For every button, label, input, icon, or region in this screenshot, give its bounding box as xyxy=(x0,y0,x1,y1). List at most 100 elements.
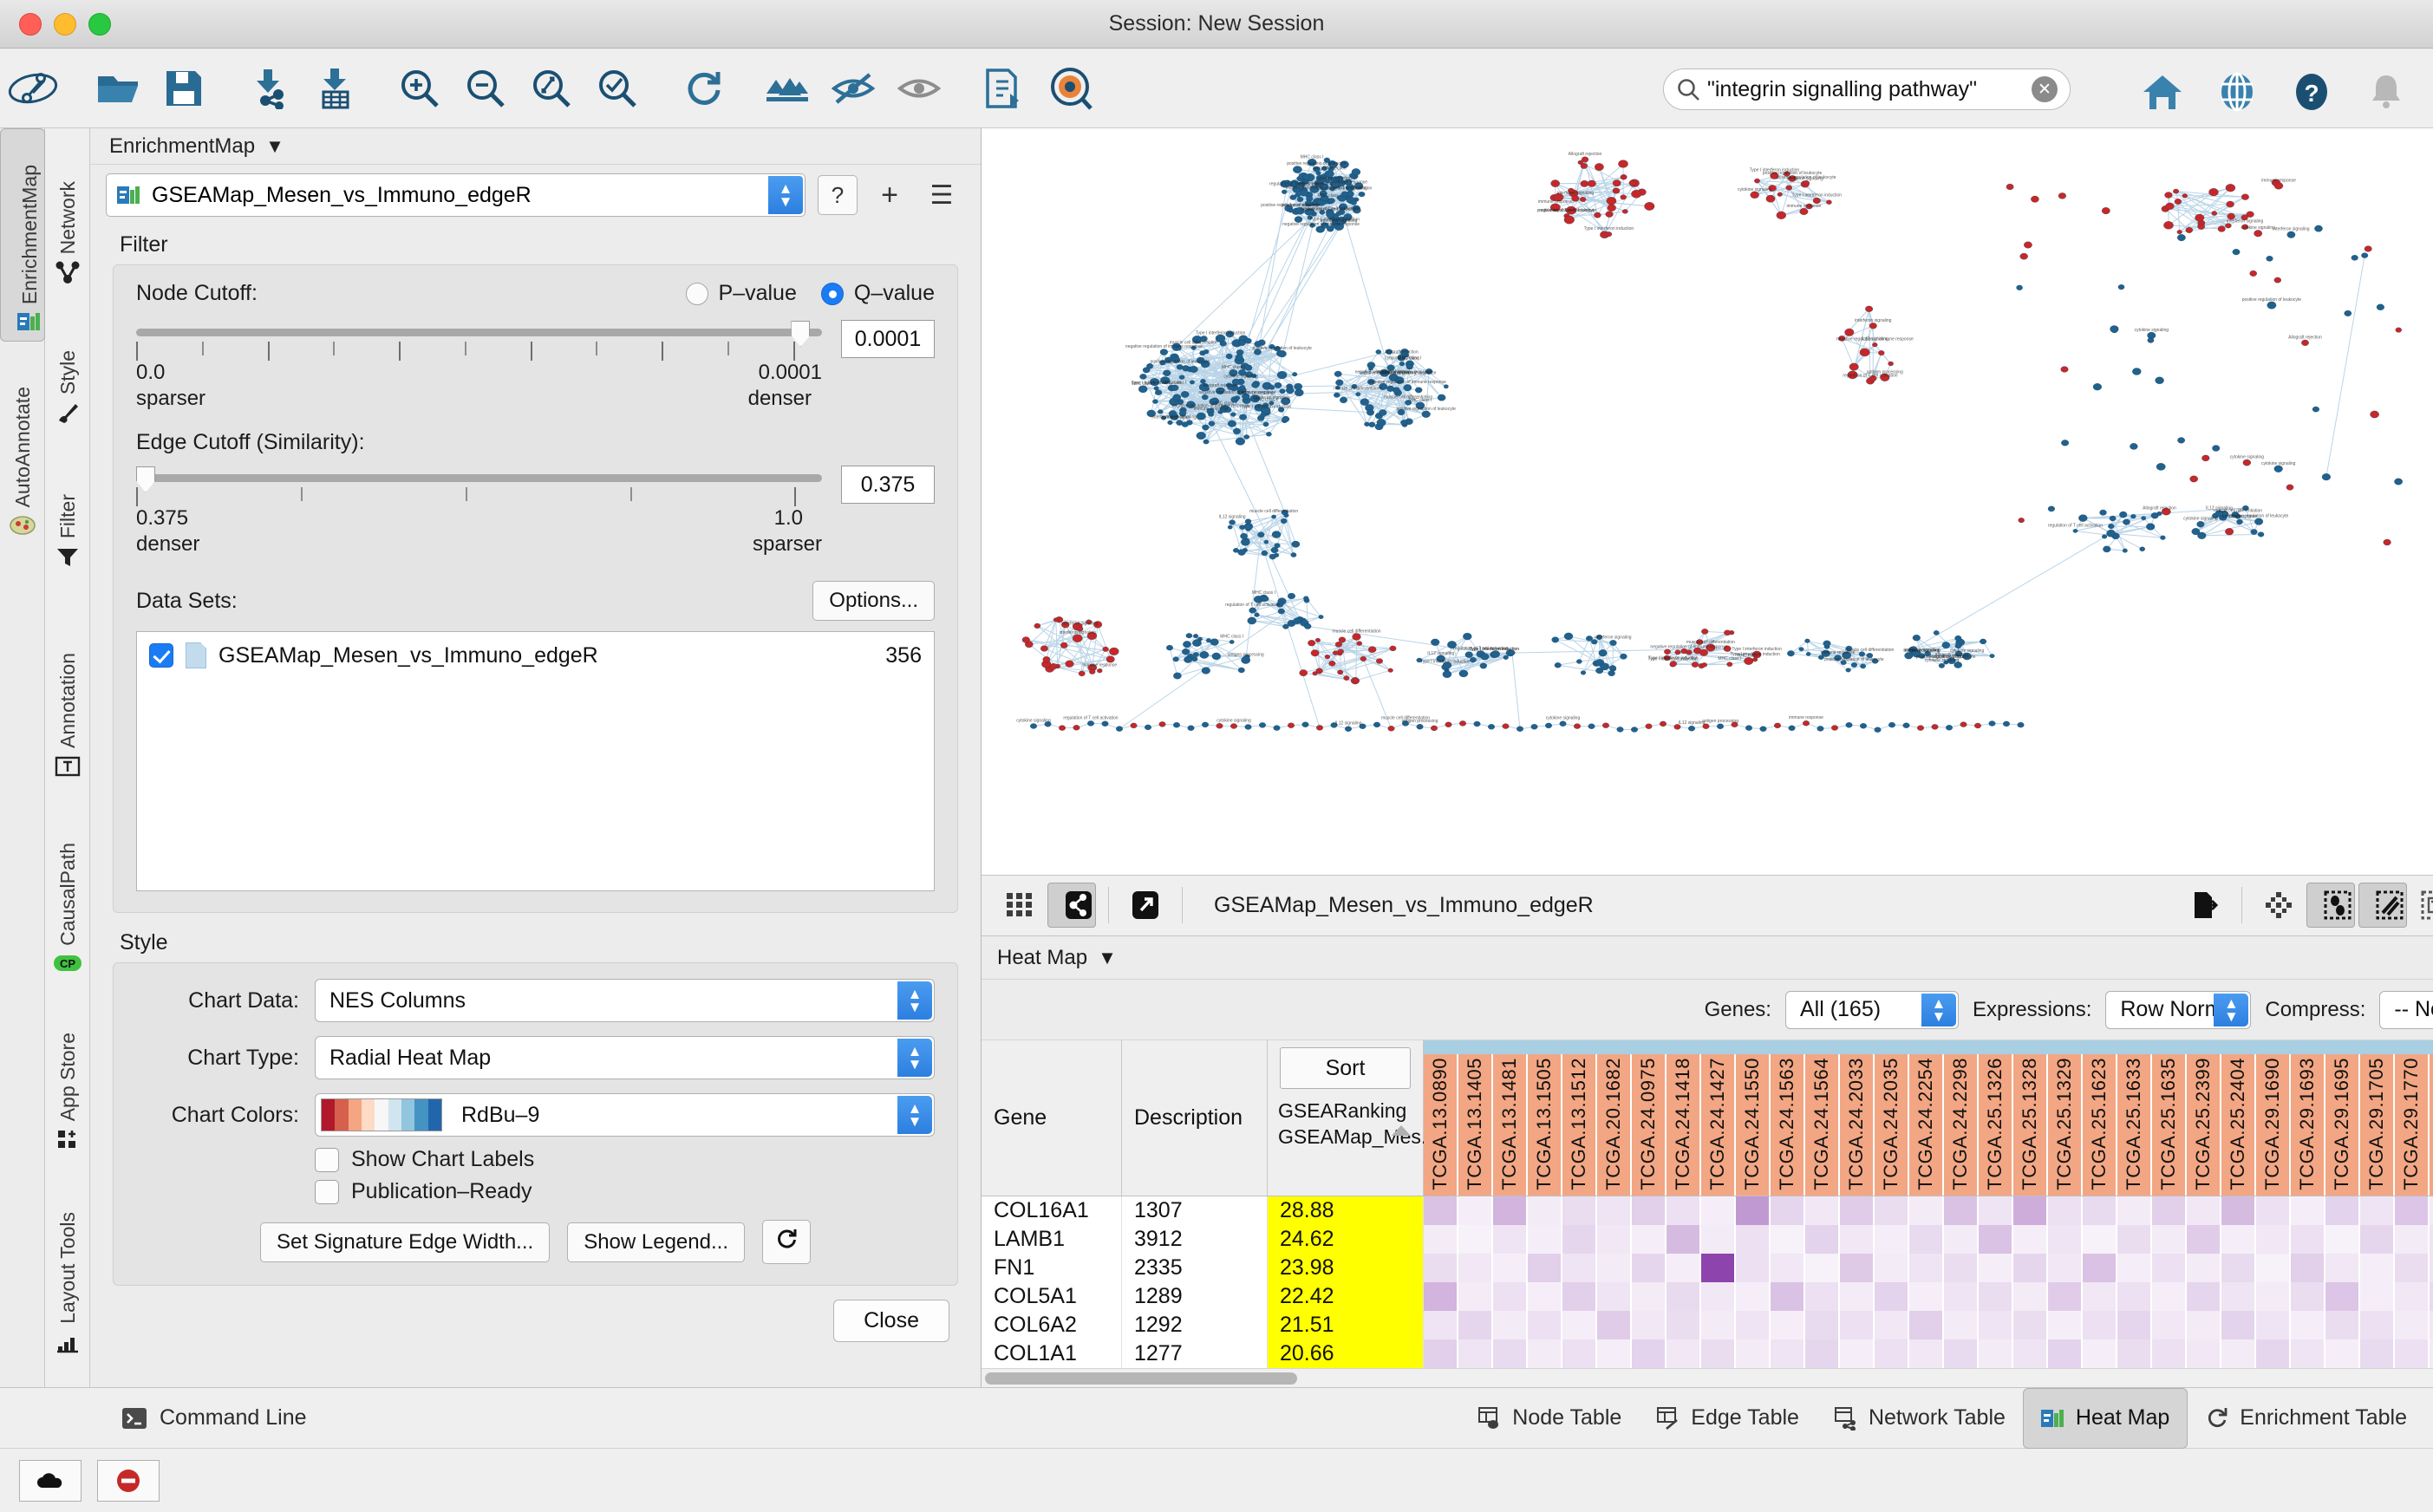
cytoscape-logo-icon[interactable] xyxy=(5,61,61,116)
compress-select[interactable]: -- None -- ▲▼ xyxy=(2379,991,2433,1029)
heatmap-cell[interactable] xyxy=(1597,1339,1632,1368)
column-header-gene[interactable]: Gene xyxy=(982,1040,1122,1196)
heatmap-cell[interactable] xyxy=(1875,1225,1909,1254)
hide-eye-icon[interactable] xyxy=(825,61,881,116)
heatmap-cell[interactable] xyxy=(1632,1254,1667,1282)
heatmap-cell[interactable] xyxy=(2117,1311,2152,1339)
tab-network-table[interactable]: Network Table xyxy=(1817,1388,2023,1449)
heatmap-cell[interactable] xyxy=(1458,1282,1493,1311)
sample-column-header[interactable]: TCGA.25.1635 xyxy=(2152,1054,2187,1196)
heatmap-cell[interactable] xyxy=(2117,1225,2152,1254)
heatmap-cell[interactable] xyxy=(1805,1254,1840,1282)
heatmap-cell[interactable] xyxy=(2325,1196,2360,1225)
heatmap-cell[interactable] xyxy=(1424,1254,1458,1282)
heatmap-cell[interactable] xyxy=(1736,1282,1771,1311)
edge-cutoff-value[interactable]: 0.375 xyxy=(841,466,935,504)
heatmap-cell[interactable] xyxy=(2325,1254,2360,1282)
heatmap-cell[interactable] xyxy=(2013,1196,2048,1225)
sample-column-header[interactable]: TCGA.29.1770 xyxy=(2395,1054,2430,1196)
heatmap-cell[interactable] xyxy=(2152,1225,2187,1254)
zoom-fit-icon[interactable] xyxy=(524,61,579,116)
heatmap-cell[interactable] xyxy=(1562,1282,1597,1311)
heatmap-cell[interactable] xyxy=(2083,1254,2117,1282)
show-chart-labels-checkbox[interactable] xyxy=(315,1148,339,1172)
open-folder-icon[interactable] xyxy=(90,61,146,116)
heatmap-cell[interactable] xyxy=(2187,1196,2221,1225)
menu-button[interactable]: ☰ xyxy=(922,175,962,215)
sample-column-header[interactable]: TCGA.25.1633 xyxy=(2117,1054,2152,1196)
heatmap-cell[interactable] xyxy=(1944,1311,1979,1339)
heatmap-cell[interactable] xyxy=(1736,1339,1771,1368)
chevron-updown-icon[interactable]: ▲▼ xyxy=(1921,994,1956,1026)
heatmap-cell[interactable] xyxy=(1528,1311,1562,1339)
heatmap-cell[interactable] xyxy=(1771,1282,1805,1311)
heatmap-cell[interactable] xyxy=(2221,1254,2256,1282)
heatmap-cell[interactable] xyxy=(2430,1282,2433,1311)
sample-column-header[interactable]: TCGA.24.1564 xyxy=(1805,1054,1840,1196)
heatmap-cell[interactable] xyxy=(1979,1339,2013,1368)
heatmap-cell[interactable] xyxy=(2221,1311,2256,1339)
select-annotations-icon[interactable] xyxy=(2410,883,2433,928)
heatmap-cell[interactable] xyxy=(1805,1311,1840,1339)
heatmap-cell[interactable] xyxy=(1667,1254,1701,1282)
heatmap-cell[interactable] xyxy=(2083,1339,2117,1368)
sidebar-item-network[interactable]: Network xyxy=(45,134,90,298)
heatmap-cell[interactable] xyxy=(1840,1196,1875,1225)
layout-icon[interactable] xyxy=(2254,883,2303,928)
heatmap-cell[interactable] xyxy=(1979,1225,2013,1254)
heatmap-cell[interactable] xyxy=(2013,1339,2048,1368)
heatmap-cell[interactable] xyxy=(2187,1311,2221,1339)
heatmap-cell[interactable] xyxy=(2291,1196,2325,1225)
dataset-options-button[interactable]: Options... xyxy=(812,581,935,621)
heatmap-cell[interactable] xyxy=(1597,1282,1632,1311)
heatmap-cell[interactable] xyxy=(2395,1282,2430,1311)
heatmap-cell[interactable] xyxy=(1909,1339,1944,1368)
sidebar-item-app-store[interactable]: App Store xyxy=(45,992,90,1165)
heatmap-cell[interactable] xyxy=(1771,1311,1805,1339)
heatmap-cell[interactable] xyxy=(2152,1311,2187,1339)
heatmap-cell[interactable] xyxy=(2221,1225,2256,1254)
heatmap-cell[interactable] xyxy=(1840,1311,1875,1339)
chevron-down-icon[interactable]: ▼ xyxy=(1098,947,1117,969)
sample-column-header[interactable]: TCGA.13.1405 xyxy=(1458,1054,1493,1196)
heatmap-cell[interactable] xyxy=(1424,1225,1458,1254)
network-canvas[interactable]: MHC class Iinterferon signalingcytokine … xyxy=(982,128,2433,876)
enrichmentmap-launch-icon[interactable] xyxy=(1042,61,1098,116)
heatmap-cell[interactable] xyxy=(1944,1225,1979,1254)
heatmap-cell[interactable] xyxy=(2187,1254,2221,1282)
heatmap-cell[interactable] xyxy=(1944,1196,1979,1225)
sample-column-header[interactable]: TCGA.24.2254 xyxy=(1909,1054,1944,1196)
heatmap-cell[interactable] xyxy=(2291,1339,2325,1368)
hide-nodes-icon[interactable] xyxy=(760,61,815,116)
import-table-icon[interactable] xyxy=(307,61,362,116)
heatmap-cell[interactable] xyxy=(1736,1225,1771,1254)
clear-search-icon[interactable]: ✕ xyxy=(2032,76,2058,102)
heatmap-cell[interactable] xyxy=(1840,1225,1875,1254)
sample-column-header[interactable]: TCGA.25.1623 xyxy=(2083,1054,2117,1196)
heatmap-cell[interactable] xyxy=(1805,1196,1840,1225)
heatmap-cell[interactable] xyxy=(2013,1254,2048,1282)
sample-column-header[interactable]: TCGA.25.1326 xyxy=(1979,1054,2013,1196)
column-header-ranking[interactable]: Sort GSEARanking GSEAMap_Mes... xyxy=(1268,1040,1424,1196)
heatmap-cell[interactable] xyxy=(1632,1311,1667,1339)
heatmap-cell[interactable] xyxy=(1597,1311,1632,1339)
heatmap-cell[interactable] xyxy=(2395,1311,2430,1339)
heatmap-cell[interactable] xyxy=(2430,1225,2433,1254)
sidebar-item-autoannotate[interactable]: AutoAnnotate xyxy=(0,345,45,551)
heatmap-cell[interactable] xyxy=(2048,1254,2083,1282)
zoom-in-icon[interactable] xyxy=(392,61,447,116)
sample-column-header[interactable]: TCGA.13.1512 xyxy=(1562,1054,1597,1196)
sample-column-header[interactable]: TCGA.24.2033 xyxy=(1840,1054,1875,1196)
sample-column-header[interactable]: TCGA.25.2404 xyxy=(2221,1054,2256,1196)
heatmap-cell[interactable] xyxy=(2152,1282,2187,1311)
heatmap-cell[interactable] xyxy=(2360,1282,2395,1311)
sample-column-header[interactable]: TCGA.24.1427 xyxy=(1701,1054,1736,1196)
heatmap-horizontal-scrollbar[interactable] xyxy=(982,1368,2433,1387)
save-icon[interactable] xyxy=(156,61,212,116)
heatmap-cell[interactable] xyxy=(1458,1311,1493,1339)
sample-column-header[interactable]: TCGA.29.1783 xyxy=(2430,1054,2433,1196)
chevron-updown-icon[interactable]: ▲▼ xyxy=(768,176,803,214)
heatmap-cell[interactable] xyxy=(1736,1254,1771,1282)
heatmap-cell[interactable] xyxy=(1667,1196,1701,1225)
heatmap-cell[interactable] xyxy=(1805,1225,1840,1254)
